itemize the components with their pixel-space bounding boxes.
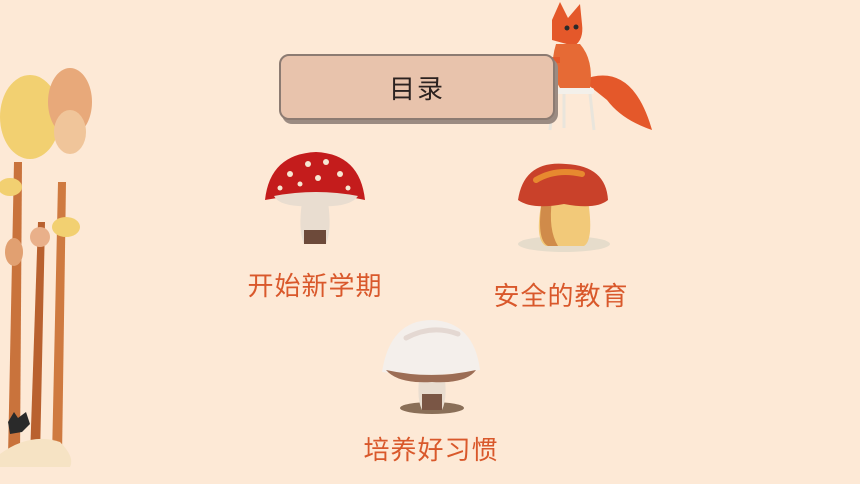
orange-mushroom-icon: [518, 163, 610, 252]
toc-item-1-label: 开始新学期: [247, 272, 383, 302]
trees-illustration: [0, 68, 92, 467]
slide-title: 目录: [388, 74, 445, 105]
toc-item-1[interactable]: 开始新学期: [240, 150, 390, 303]
white-mushroom-icon: [382, 320, 480, 414]
toc-item-2[interactable]: 安全的教育: [486, 160, 636, 313]
title-box: 目录: [279, 54, 555, 120]
red-spotted-mushroom-icon: [265, 152, 365, 244]
toc-item-3-label: 培养好习惯: [363, 436, 499, 466]
toc-item-3[interactable]: 培养好习惯: [356, 318, 506, 467]
toc-slide: 目录 开始新学期 安全的教育 培养好习惯: [0, 0, 860, 484]
toc-item-2-label: 安全的教育: [493, 282, 629, 312]
